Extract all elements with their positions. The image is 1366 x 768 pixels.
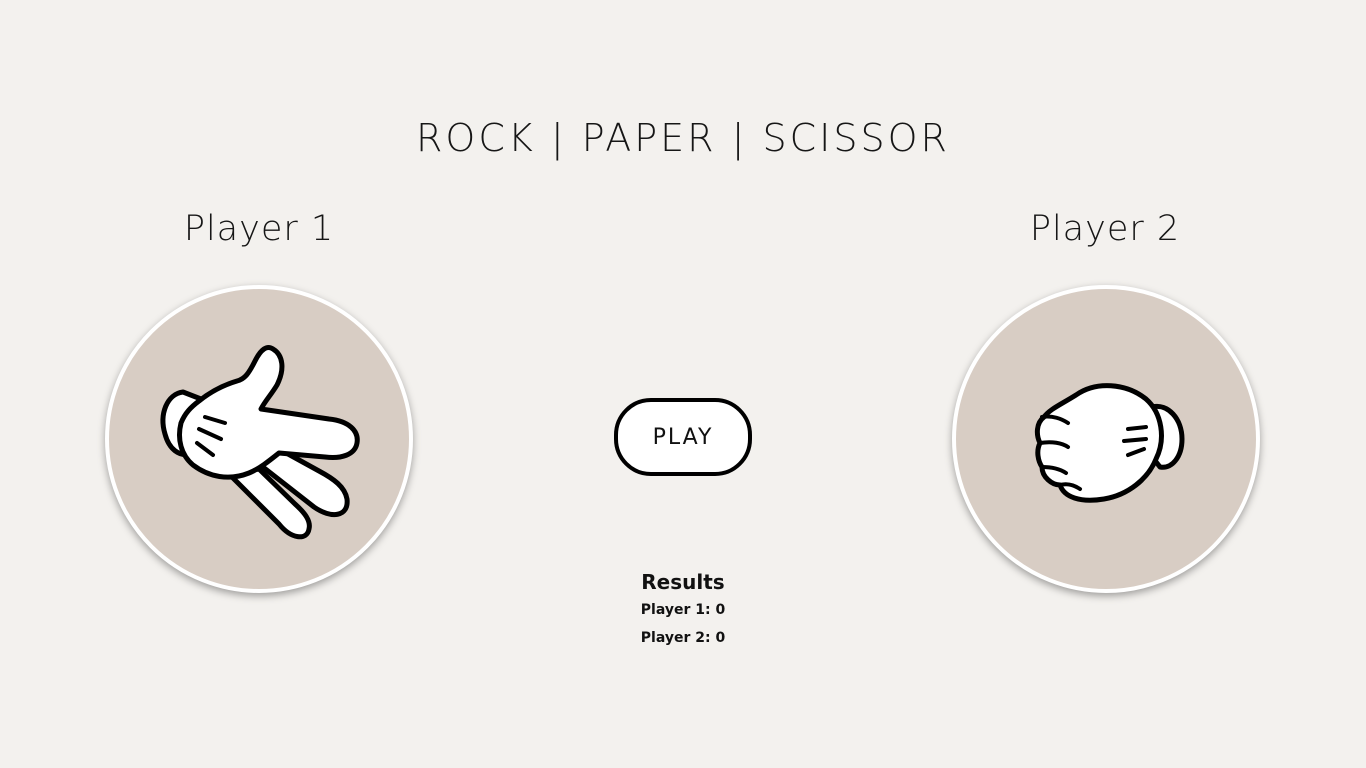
results-panel: Results Player 1: 0 Player 2: 0 bbox=[0, 568, 1366, 652]
results-heading: Results bbox=[641, 570, 725, 594]
player-2-score: Player 2: 0 bbox=[640, 630, 726, 646]
player-1-choice-display bbox=[105, 285, 413, 593]
player-2-choice-display bbox=[952, 285, 1260, 593]
scissor-hand-icon bbox=[160, 345, 360, 540]
play-button[interactable]: PLAY bbox=[614, 398, 752, 476]
player-1-score: Player 1: 0 bbox=[640, 602, 726, 618]
player-1-label: Player 1 bbox=[183, 209, 335, 249]
rock-fist-icon bbox=[1034, 383, 1185, 503]
player-2-label: Player 2 bbox=[1029, 209, 1181, 249]
game-title: ROCK | PAPER | SCISSOR bbox=[416, 116, 950, 160]
